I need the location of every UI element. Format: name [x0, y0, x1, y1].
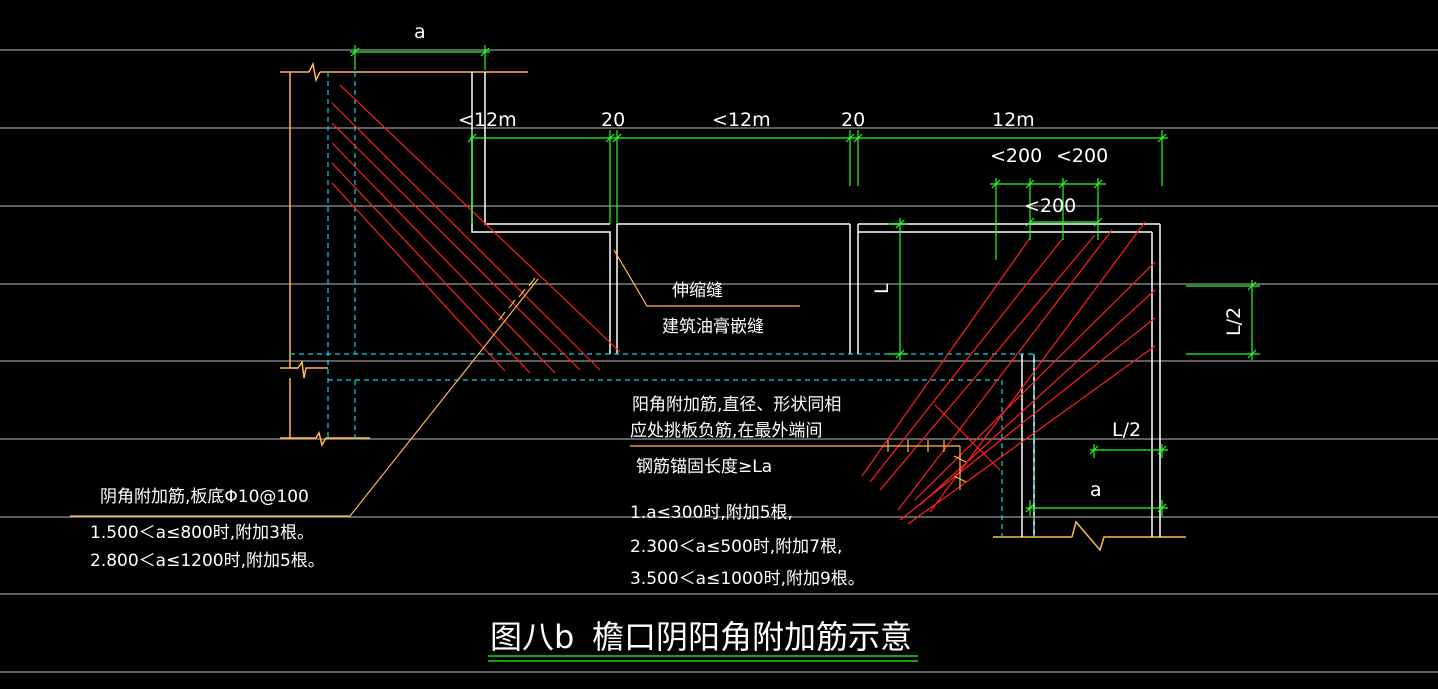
dim-a-top: a: [414, 21, 426, 43]
outer-note-1: 阳角附加筋,直径、形状同相: [632, 395, 841, 415]
outer-rule-1: 1.a≤300时,附加5根,: [630, 503, 793, 523]
dim-L-half-bottom: L/2: [1112, 419, 1141, 441]
figure-number: 图八b: [490, 618, 574, 656]
figure-title: 檐口阴阳角附加筋示意: [592, 618, 912, 656]
dim-gap2: 20: [841, 109, 865, 131]
dim-len2: <12m: [712, 109, 771, 131]
outer-note-3: 钢筋锚固长度≥La: [636, 457, 772, 477]
joint-label-2: 建筑油膏嵌缝: [662, 316, 764, 337]
leader-lines: [70, 249, 967, 517]
outer-rule-3: 3.500＜a≤1000时,附加9根。: [630, 569, 865, 589]
dim-len3: 12m: [992, 109, 1035, 131]
detail-drawing: a <12m 20 <12m 20 12m <200 <200 <200 L L…: [0, 21, 1438, 673]
inner-note-title: 阴角附加筋,板底Φ10@100: [100, 487, 309, 507]
cad-drawing-canvas: a <12m 20 <12m 20 12m <200 <200 <200 L L…: [0, 0, 1438, 689]
dim-spacing-1: <200: [990, 145, 1042, 167]
figure-caption: 图八b 檐口阴阳角附加筋示意: [490, 618, 912, 656]
dim-L-half-side: L/2: [1223, 307, 1245, 336]
outer-note-2: 应处挑板负筋,在最外端间: [630, 421, 822, 441]
slab-plan-outline: [471, 72, 1161, 537]
eave-outline: [280, 61, 1186, 552]
dim-len1: <12m: [458, 109, 517, 131]
dim-gap1: 20: [601, 109, 625, 131]
outer-rule-2: 2.300＜a≤500时,附加7根,: [630, 537, 842, 557]
dim-a-bottom: a: [1090, 479, 1102, 501]
dimension-texts: a <12m 20 <12m 20 12m <200 <200 <200 L L…: [414, 21, 1245, 501]
inner-rule-1: 1.500＜a≤800时,附加3根。: [90, 523, 314, 543]
dim-L: L: [871, 283, 893, 294]
joint-label-1: 伸缩缝: [672, 281, 723, 301]
dim-spacing-3: <200: [1024, 195, 1076, 217]
outer-corner-rebars: [861, 221, 1156, 525]
inner-rule-2: 2.800＜a≤1200时,附加5根。: [90, 551, 325, 571]
dim-spacing-2: <200: [1056, 145, 1108, 167]
annotation-texts: 伸缩缝 建筑油膏嵌缝 阳角附加筋,直径、形状同相 应处挑板负筋,在最外端间 钢筋…: [90, 281, 865, 589]
